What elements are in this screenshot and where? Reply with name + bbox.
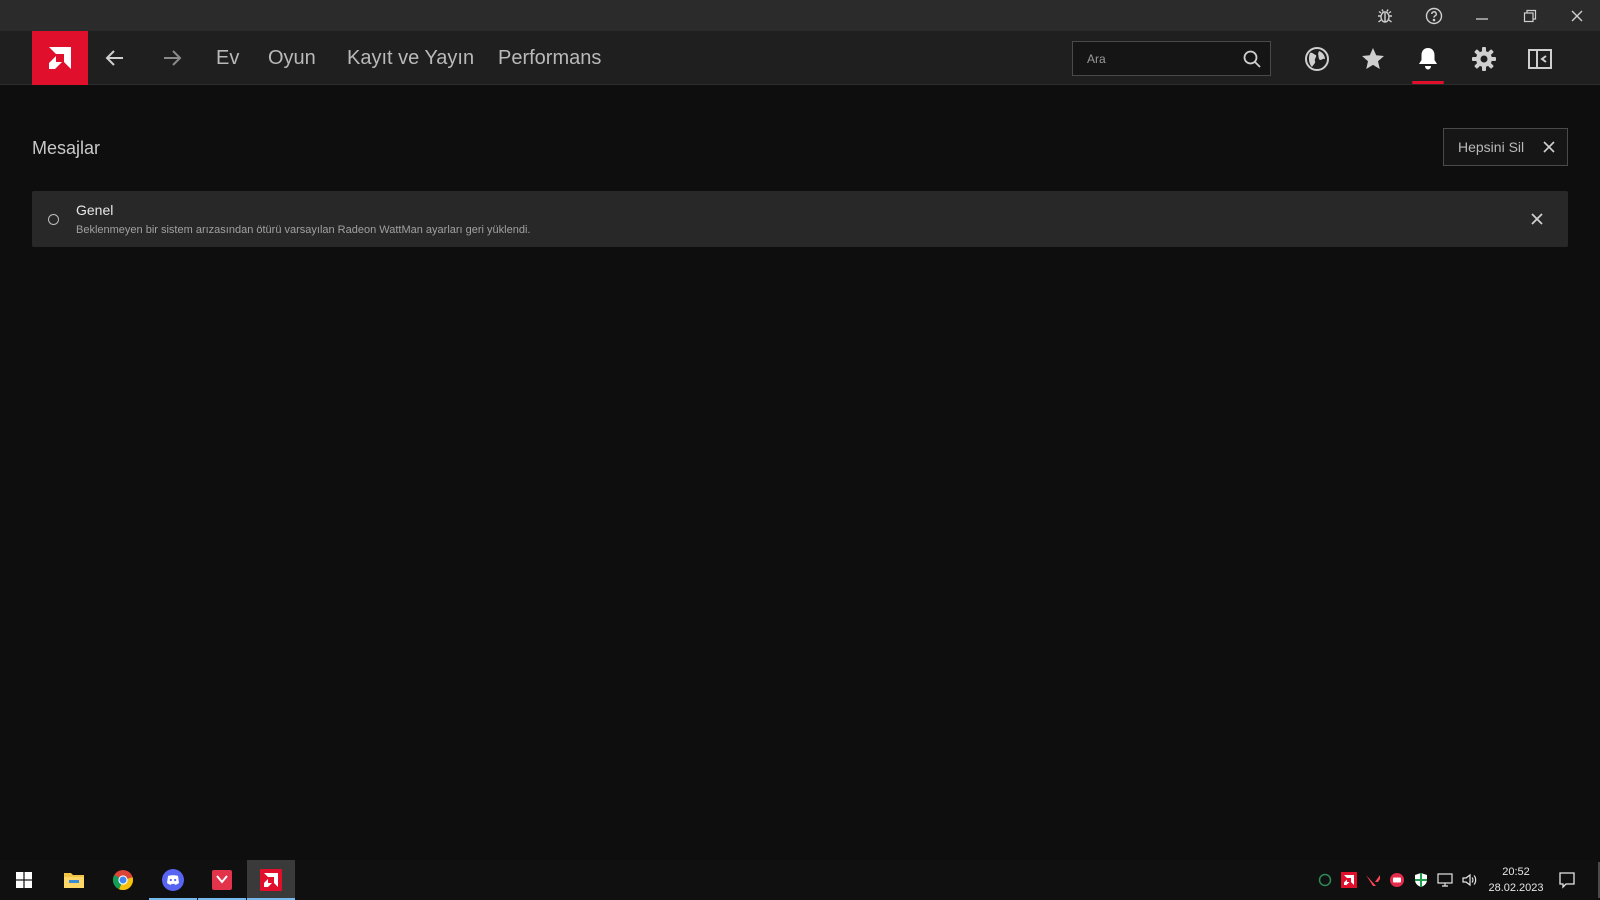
clear-all-label: Hepsini Sil <box>1458 139 1525 155</box>
star-icon <box>1362 48 1384 69</box>
help-button[interactable] <box>1411 0 1457 31</box>
amd-logo[interactable] <box>32 31 88 85</box>
bell-icon <box>1419 48 1437 70</box>
clear-all-button[interactable]: Hepsini Sil <box>1443 128 1568 166</box>
taskbar-chrome[interactable] <box>99 860 147 900</box>
close-icon <box>1543 141 1555 153</box>
folder-icon <box>64 873 84 888</box>
back-button[interactable] <box>100 43 130 73</box>
windows-start-icon <box>16 872 32 888</box>
close-icon <box>1571 10 1583 21</box>
bug-report-button[interactable] <box>1362 0 1408 31</box>
clock-time: 20:52 <box>1502 866 1530 878</box>
valorant-icon <box>1366 875 1380 886</box>
dismiss-message-icon[interactable] <box>1528 210 1546 228</box>
volume-icon <box>1462 873 1477 887</box>
globe-button[interactable] <box>1299 41 1335 77</box>
close-button[interactable] <box>1554 0 1600 31</box>
system-clock[interactable]: 20:52 28.02.2023 <box>1476 864 1556 896</box>
status-circle-icon <box>1318 873 1332 887</box>
tab-home[interactable]: Ev <box>216 47 239 70</box>
settings-button[interactable] <box>1466 41 1502 77</box>
search-box <box>1072 41 1271 76</box>
message-body: Beklenmeyen bir sistem arızasından ötürü… <box>76 224 531 236</box>
bug-report-icon <box>1378 8 1392 23</box>
taskbar-app-red[interactable] <box>198 860 246 900</box>
arrow-right-icon <box>164 50 182 66</box>
tray-green-circle[interactable] <box>1316 871 1334 889</box>
minimize-button[interactable] <box>1459 0 1505 31</box>
amd-logo-icon <box>49 47 71 69</box>
tray-security[interactable] <box>1412 871 1430 889</box>
forward-button[interactable] <box>157 43 187 73</box>
favorites-button[interactable] <box>1355 41 1391 77</box>
notifications-button[interactable] <box>1410 41 1446 77</box>
globe-icon <box>1305 47 1329 71</box>
minimize-icon <box>1476 17 1488 20</box>
sidebar-toggle-icon <box>1528 49 1552 69</box>
taskbar-amd-software[interactable] <box>247 860 295 900</box>
title-bar <box>0 0 1600 31</box>
taskbar-file-explorer[interactable] <box>50 860 98 900</box>
unread-indicator[interactable] <box>48 214 59 225</box>
restore-button[interactable] <box>1507 0 1553 31</box>
discord-icon <box>162 869 184 891</box>
red-app-icon <box>212 870 232 890</box>
chrome-icon <box>112 870 134 891</box>
active-tab-indicator <box>1412 81 1444 84</box>
message-item[interactable]: Genel Beklenmeyen bir sistem arızasından… <box>32 191 1568 247</box>
search-icon[interactable] <box>1242 49 1262 69</box>
tab-performance[interactable]: Performans <box>498 47 601 70</box>
tray-red-app[interactable] <box>1388 871 1406 889</box>
tab-gaming[interactable]: Oyun <box>268 47 316 70</box>
sidebar-toggle-button[interactable] <box>1522 41 1558 77</box>
page-title: Mesajlar <box>32 138 101 158</box>
start-button[interactable] <box>0 860 48 900</box>
amd-icon <box>260 869 282 891</box>
arrow-left-icon <box>105 50 123 66</box>
taskbar: 20:52 28.02.2023 <box>0 860 1600 900</box>
search-input[interactable] <box>1073 42 1233 75</box>
notification-center-icon <box>1559 872 1575 889</box>
red-circle-app-icon <box>1390 873 1404 887</box>
tray-network[interactable] <box>1436 871 1454 889</box>
gear-icon <box>1472 47 1496 71</box>
clock-date: 28.02.2023 <box>1488 882 1544 894</box>
amd-tray-icon <box>1341 872 1357 888</box>
tray-valorant[interactable] <box>1364 871 1382 889</box>
restore-icon <box>1523 9 1537 22</box>
message-title: Genel <box>76 202 114 218</box>
help-icon <box>1425 7 1443 24</box>
shield-icon <box>1415 873 1427 887</box>
action-center-button[interactable] <box>1558 871 1576 889</box>
tab-record-stream[interactable]: Kayıt ve Yayın <box>347 47 474 70</box>
network-icon <box>1437 873 1453 887</box>
tray-amd[interactable] <box>1340 871 1358 889</box>
taskbar-discord[interactable] <box>149 860 197 900</box>
nav-bar: Ev Oyun Kayıt ve Yayın Performans <box>0 31 1600 85</box>
